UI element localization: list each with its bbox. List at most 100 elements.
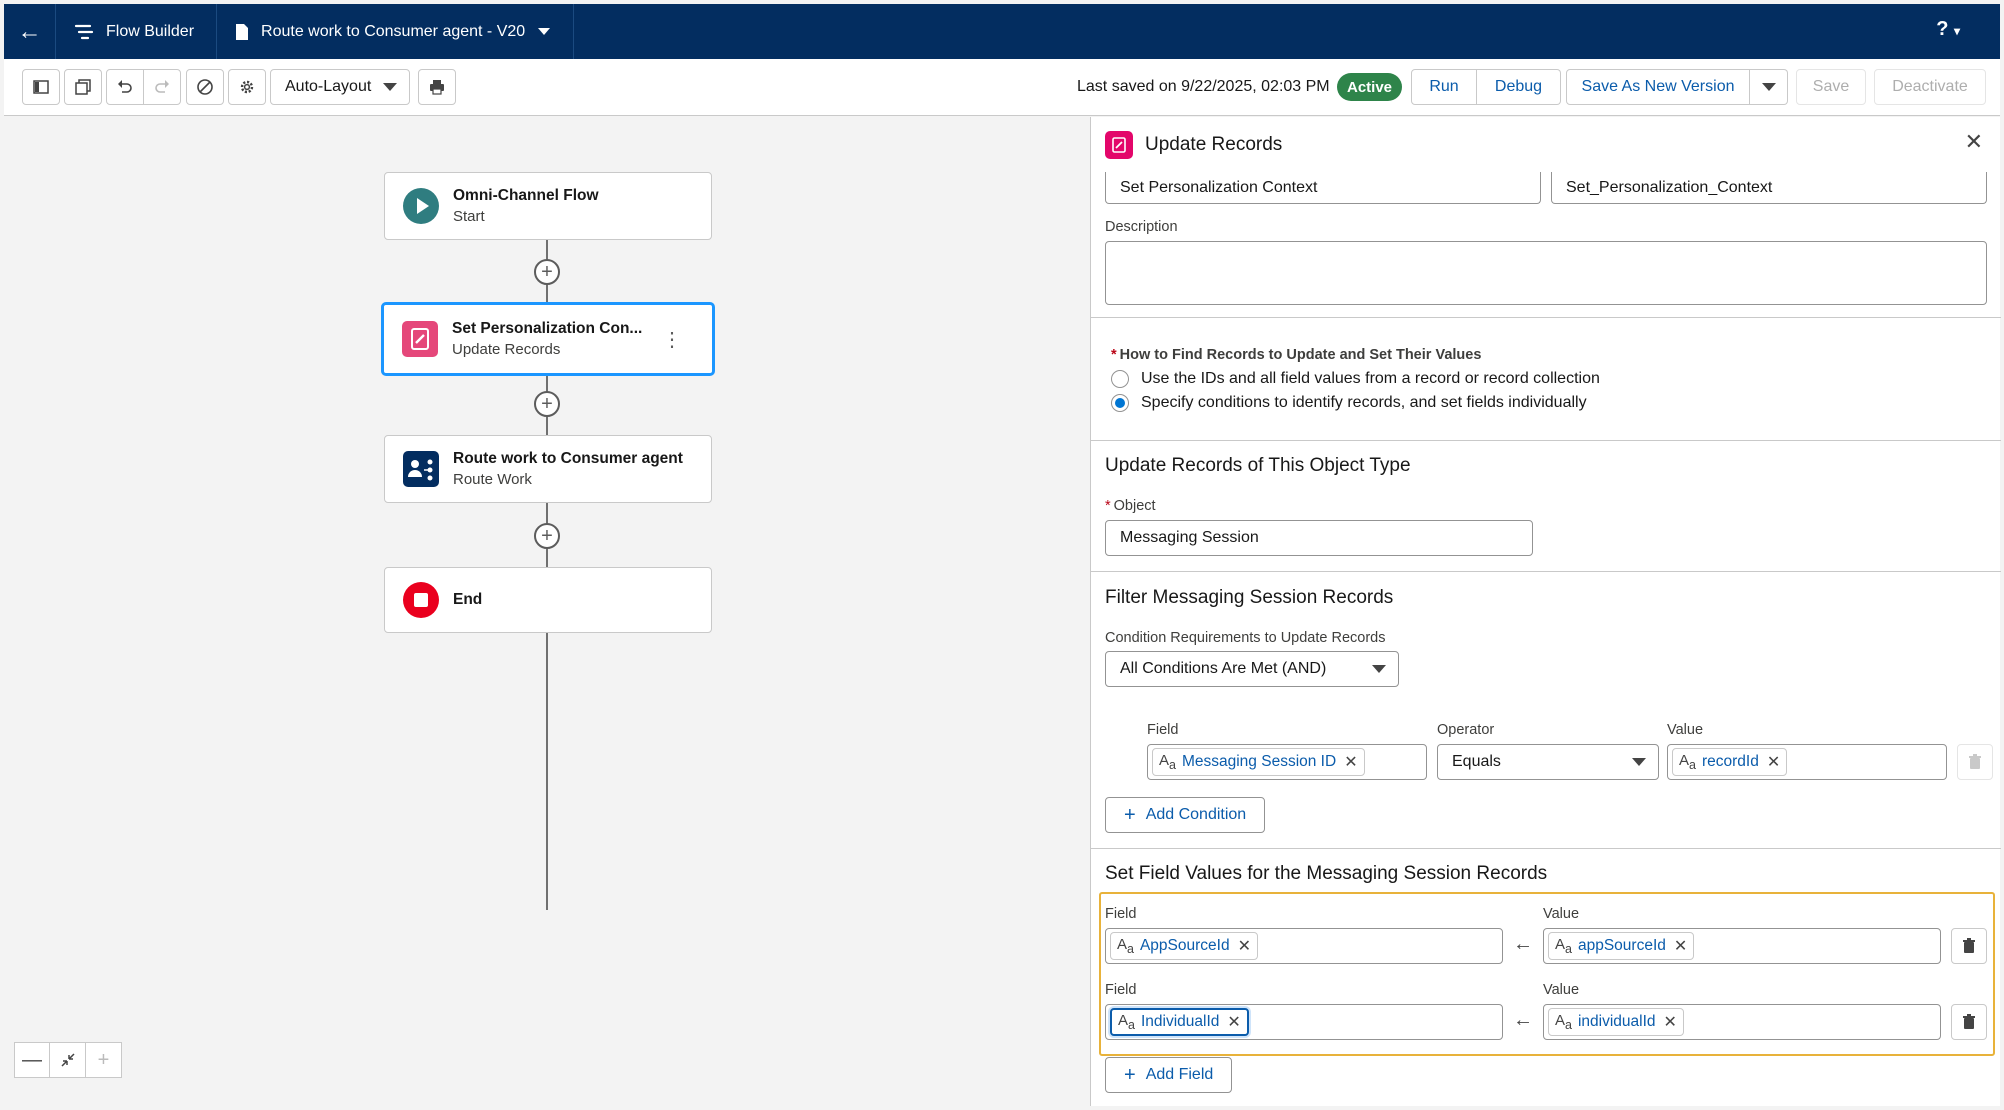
label-input[interactable]: Set Personalization Context: [1105, 172, 1541, 204]
save-as-new-version-button[interactable]: Save As New Version: [1566, 69, 1750, 105]
layout-select-value: Auto-Layout: [285, 78, 372, 95]
update-records-node[interactable]: Set Personalization Con... Update Record…: [382, 303, 714, 375]
delete-condition-button[interactable]: [1957, 744, 1993, 780]
debug-button[interactable]: Debug: [1477, 69, 1561, 105]
radio-button[interactable]: [1111, 370, 1129, 388]
radio-option-conditions[interactable]: Specify conditions to identify records, …: [1111, 394, 1587, 412]
operator-value: Equals: [1452, 753, 1501, 770]
contract-icon: [60, 1053, 75, 1067]
settings-button[interactable]: [228, 69, 266, 105]
text-type-icon: Aa: [1118, 1012, 1135, 1032]
chevron-down-icon: [1632, 758, 1646, 766]
route-work-node[interactable]: Route work to Consumer agent Route Work: [384, 435, 712, 503]
value-pill[interactable]: Aa appSourceId ✕: [1548, 932, 1695, 960]
add-condition-button[interactable]: + Add Condition: [1105, 797, 1266, 833]
deactivate-button[interactable]: Deactivate: [1874, 69, 1986, 105]
pill-label: appSourceId: [1577, 937, 1666, 954]
api-name-input[interactable]: Set_Personalization_Context: [1551, 172, 1987, 204]
errors-button[interactable]: [186, 69, 224, 105]
condition-value-input[interactable]: Aa recordId ✕: [1667, 744, 1947, 780]
add-element-button[interactable]: +: [534, 259, 560, 285]
object-input[interactable]: Messaging Session: [1105, 520, 1533, 556]
value-pill[interactable]: Aa recordId ✕: [1672, 748, 1788, 776]
condition-value-label: Value: [1667, 722, 1704, 738]
text-type-icon: Aa: [1555, 936, 1572, 956]
object-section-title: Update Records of This Object Type: [1105, 455, 1411, 476]
delete-assignment-button[interactable]: [1951, 928, 1987, 964]
update-records-icon: [1105, 130, 1133, 159]
node-subtitle: Route Work: [453, 471, 532, 488]
description-textarea[interactable]: [1105, 241, 1987, 305]
pill-label: individualId: [1577, 1013, 1656, 1030]
save-as-group: Save As New Version: [1566, 69, 1788, 105]
end-node[interactable]: End: [384, 567, 712, 633]
radio-option-record[interactable]: Use the IDs and all field values from a …: [1111, 370, 1600, 388]
zoom-in-button[interactable]: +: [86, 1042, 122, 1078]
close-icon[interactable]: ✕: [1238, 936, 1251, 956]
add-element-button[interactable]: +: [534, 391, 560, 417]
printer-icon: [430, 80, 444, 95]
back-button[interactable]: ←: [4, 4, 56, 59]
divider: [1091, 571, 2001, 572]
add-field-button[interactable]: + Add Field: [1105, 1057, 1233, 1093]
close-icon[interactable]: ✕: [1344, 752, 1357, 772]
close-icon[interactable]: ✕: [1227, 1012, 1240, 1032]
radio-button-selected[interactable]: [1111, 394, 1129, 412]
condition-operator-select[interactable]: Equals: [1437, 744, 1659, 780]
status-badge: Active: [1337, 73, 1403, 101]
toolbar: Auto-Layout Last saved on 9/22/2025, 02:…: [4, 59, 2000, 116]
fit-view-button[interactable]: [50, 1042, 86, 1078]
assignment-field-input[interactable]: Aa IndividualId ✕: [1105, 1004, 1503, 1040]
app-name: Flow Builder: [106, 22, 195, 40]
play-icon: [403, 188, 439, 224]
plus-icon: +: [1124, 1063, 1136, 1086]
flow-name-menu[interactable]: Route work to Consumer agent - V20: [217, 4, 575, 59]
add-element-button[interactable]: +: [534, 523, 560, 549]
close-icon[interactable]: ✕: [1674, 936, 1687, 956]
start-node[interactable]: Omni-Channel Flow Start: [384, 172, 712, 240]
condition-field-input[interactable]: Aa Messaging Session ID ✕: [1147, 744, 1427, 780]
save-options-button[interactable]: [1750, 69, 1788, 105]
plus-icon: +: [541, 393, 553, 415]
chevron-down-icon: [383, 83, 397, 91]
close-icon[interactable]: ✕: [1664, 1012, 1677, 1032]
assign-arrow-icon: ←: [1513, 1009, 1533, 1031]
more-actions-icon[interactable]: ⋮: [662, 327, 682, 352]
assignment-value-label: Value: [1543, 906, 1580, 922]
field-pill-focused[interactable]: Aa IndividualId ✕: [1110, 1008, 1249, 1036]
field-pill[interactable]: Aa Messaging Session ID ✕: [1152, 748, 1365, 776]
layout-select[interactable]: Auto-Layout: [270, 69, 410, 105]
undo-button[interactable]: [106, 69, 144, 105]
node-title: Set Personalization Con...: [452, 320, 643, 337]
assignment-value-input[interactable]: Aa individualId ✕: [1543, 1004, 1941, 1040]
run-button[interactable]: Run: [1411, 69, 1477, 105]
object-label: * Object: [1105, 498, 1156, 514]
assignment-value-input[interactable]: Aa appSourceId ✕: [1543, 928, 1941, 964]
value-pill[interactable]: Aa individualId ✕: [1548, 1008, 1684, 1036]
print-button[interactable]: [418, 69, 456, 105]
help-button[interactable]: ? ▾: [1936, 18, 1960, 41]
chevron-down-icon: [1372, 665, 1386, 673]
copy-button[interactable]: [64, 69, 102, 105]
assignment-field-input[interactable]: Aa AppSourceId ✕: [1105, 928, 1503, 964]
run-debug-group: Run Debug: [1411, 69, 1561, 105]
node-title: End: [453, 591, 483, 608]
how-to-find-text: How to Find Records to Update and Set Th…: [1119, 347, 1482, 363]
toggle-panel-button[interactable]: [22, 69, 60, 105]
delete-assignment-button[interactable]: [1951, 1004, 1987, 1040]
chevron-down-icon: [1761, 83, 1776, 91]
close-icon[interactable]: ✕: [1767, 752, 1780, 772]
flow-icon: [74, 24, 94, 39]
ban-icon: [197, 79, 213, 95]
field-pill[interactable]: Aa AppSourceId ✕: [1110, 932, 1258, 960]
route-work-icon: [403, 451, 439, 487]
save-button[interactable]: Save: [1796, 69, 1866, 105]
top-bar: ← Flow Builder Route work to Consumer ag…: [4, 4, 2000, 59]
zoom-out-button[interactable]: —: [14, 1042, 50, 1078]
redo-button[interactable]: [143, 69, 181, 105]
condition-requirements-select[interactable]: All Conditions Are Met (AND): [1105, 651, 1399, 687]
copy-icon: [75, 79, 91, 95]
text-type-icon: Aa: [1159, 752, 1176, 772]
flow-canvas[interactable]: Omni-Channel Flow Start + Set Personaliz…: [4, 117, 1090, 1106]
close-icon[interactable]: ✕: [1965, 129, 1983, 155]
